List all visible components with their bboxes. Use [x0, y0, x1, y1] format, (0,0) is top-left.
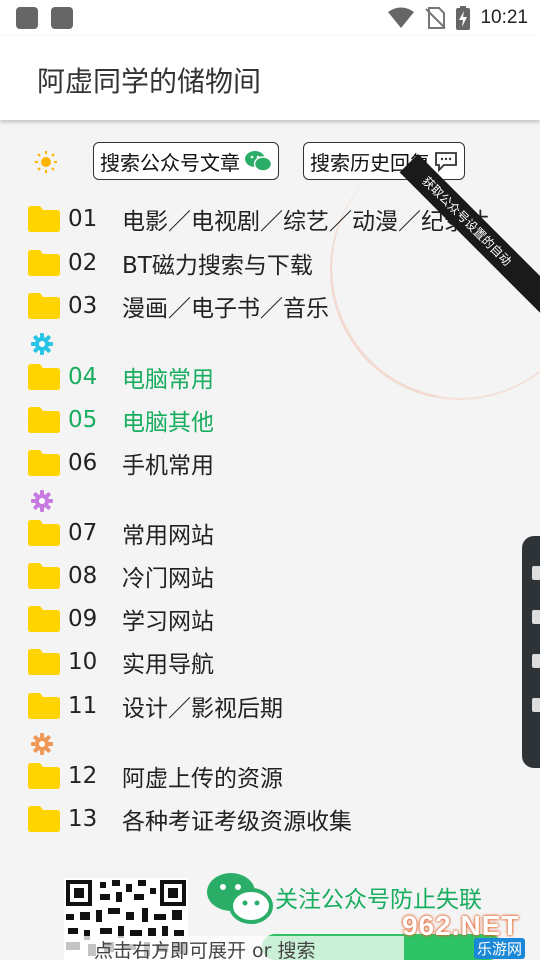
folder-icon: [28, 520, 60, 546]
watermark-bottom-text: 乐游网: [474, 938, 526, 959]
folder-icon: [28, 364, 60, 390]
app-notification-icon: [51, 7, 73, 29]
folder-number: 01: [68, 206, 98, 232]
folder-number: 07: [68, 520, 98, 546]
folder-label: 电脑其他: [122, 410, 214, 436]
purple-gear-icon: [31, 490, 53, 512]
chat-bubble-icon: [435, 152, 457, 172]
battery-charging-icon: [456, 6, 471, 30]
folder-icon: [28, 763, 60, 789]
folder-label: 设计／影视后期: [122, 696, 283, 722]
folder-label: 学习网站: [122, 609, 214, 635]
sun-icon[interactable]: [34, 150, 58, 174]
folder-row[interactable]: 10 实用导航: [28, 644, 214, 680]
wifi-icon: [388, 7, 415, 28]
folder-label: 阿虚上传的资源: [122, 766, 283, 792]
cyan-gear-icon: [31, 333, 53, 355]
folder-row[interactable]: 09 学习网站: [28, 601, 214, 637]
status-bar: 10:21: [0, 0, 540, 36]
folder-number: 12: [68, 763, 98, 789]
search-articles-button[interactable]: 搜索公众号文章: [93, 142, 279, 180]
folder-icon: [28, 606, 60, 632]
follow-account-text: 关注公众号防止失联: [275, 887, 482, 913]
folder-label: 常用网站: [122, 523, 214, 549]
orange-gear-icon: [31, 733, 53, 755]
folder-icon: [28, 206, 60, 232]
folder-icon: [28, 563, 60, 589]
site-watermark-logo: 962.NET 乐游网: [402, 910, 536, 959]
folder-label: BT磁力搜索与下载: [122, 253, 313, 279]
side-panel-glyph: [532, 566, 540, 580]
page-title: 阿虚同学的储物间: [37, 65, 262, 98]
folder-row[interactable]: 13 各种考证考级资源收集: [28, 801, 352, 837]
folder-row[interactable]: 03 漫画／电子书／音乐: [28, 288, 329, 324]
folder-row[interactable]: 05 电脑其他: [28, 402, 214, 438]
search-articles-label: 搜索公众号文章: [100, 150, 240, 175]
floating-side-panel[interactable]: [522, 536, 540, 768]
app-bar: 阿虚同学的储物间: [0, 36, 540, 120]
folder-label: 各种考证考级资源收集: [122, 809, 352, 835]
status-time: 10:21: [480, 7, 528, 28]
folder-icon: [28, 407, 60, 433]
folder-row[interactable]: 07 常用网站: [28, 515, 214, 551]
folder-icon: [28, 693, 60, 719]
folder-number: 06: [68, 450, 98, 476]
notification-icon: [16, 7, 38, 29]
folder-icon: [28, 450, 60, 476]
search-history-button[interactable]: 搜索历史回复: [303, 142, 465, 180]
side-panel-glyph: [532, 610, 540, 624]
folder-row[interactable]: 04 电脑常用: [28, 359, 214, 395]
folder-row[interactable]: 11 设计／影视后期: [28, 688, 283, 724]
folder-icon: [28, 293, 60, 319]
no-sim-icon: [425, 7, 447, 29]
folder-row[interactable]: 01 电影／电视剧／综艺／动漫／纪录片: [28, 201, 490, 237]
folder-number: 03: [68, 293, 98, 319]
folder-number: 08: [68, 563, 98, 589]
folder-label: 电脑常用: [122, 367, 214, 393]
side-panel-glyph: [532, 654, 540, 668]
folder-number: 11: [68, 693, 98, 719]
wechat-logo-icon: [207, 873, 273, 924]
side-panel-glyph: [532, 698, 540, 712]
folder-number: 05: [68, 407, 98, 433]
folder-row[interactable]: 02 BT磁力搜索与下载: [28, 245, 313, 281]
folder-label: 实用导航: [122, 652, 214, 678]
folder-row[interactable]: 08 冷门网站: [28, 558, 214, 594]
folder-icon: [28, 250, 60, 276]
folder-row[interactable]: 12 阿虚上传的资源: [28, 758, 283, 794]
expand-hint-text: 点击右方即可展开 or 搜索: [64, 936, 404, 960]
folder-label: 冷门网站: [122, 566, 214, 592]
folder-number: 04: [68, 364, 98, 390]
folder-icon: [28, 806, 60, 832]
folder-number: 09: [68, 606, 98, 632]
folder-label: 手机常用: [122, 453, 214, 479]
folder-row[interactable]: 06 手机常用: [28, 445, 214, 481]
folder-icon: [28, 649, 60, 675]
folder-number: 13: [68, 806, 98, 832]
folder-number: 02: [68, 250, 98, 276]
wechat-icon: [245, 151, 272, 172]
folder-label: 漫画／电子书／音乐: [122, 296, 329, 322]
folder-number: 10: [68, 649, 98, 675]
